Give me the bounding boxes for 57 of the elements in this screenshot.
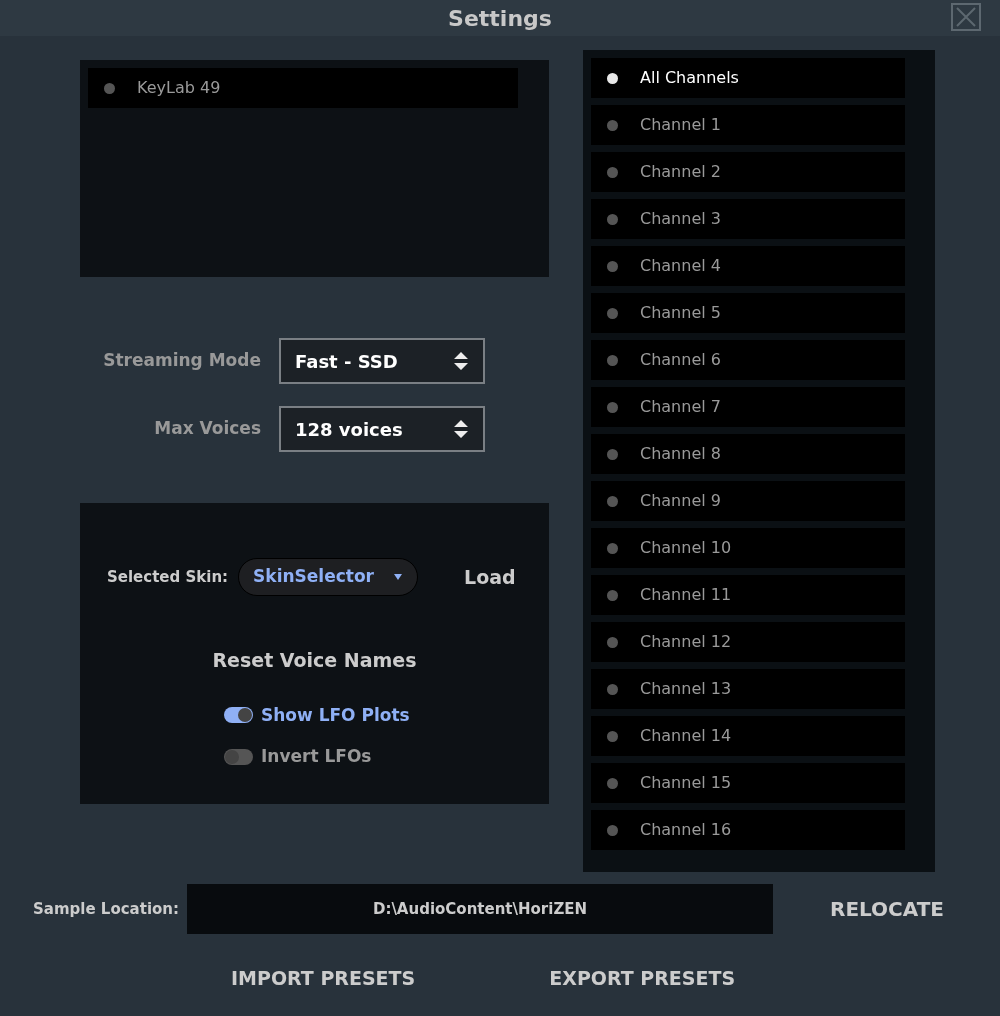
channel-item[interactable]: Channel 3 bbox=[591, 199, 905, 239]
sample-location-field[interactable]: D:\AudioContent\HoriZEN bbox=[187, 884, 773, 934]
skin-label: Selected Skin: bbox=[107, 566, 229, 588]
status-dot bbox=[607, 777, 618, 789]
status-dot bbox=[607, 119, 618, 131]
load-button[interactable]: Load bbox=[464, 562, 516, 592]
toggle-switch[interactable]: Invert LFOs bbox=[224, 744, 549, 770]
status-dot bbox=[607, 824, 618, 836]
channel-item[interactable]: Channel 7 bbox=[591, 387, 905, 427]
channel-item[interactable]: Channel 5 bbox=[591, 293, 905, 333]
close-button[interactable] bbox=[951, 3, 981, 31]
up-down-arrows-icon bbox=[453, 419, 469, 439]
relocate-button[interactable]: RELOCATE bbox=[830, 894, 945, 924]
status-dot bbox=[607, 448, 618, 460]
channel-item[interactable]: Channel 4 bbox=[591, 246, 905, 286]
toggle-switch[interactable]: Show LFO Plots bbox=[224, 702, 549, 728]
status-dot bbox=[607, 589, 618, 601]
select-field[interactable]: 128 voices bbox=[279, 406, 485, 452]
status-dot bbox=[607, 542, 618, 554]
caret-icon bbox=[393, 573, 404, 581]
window-title: Settings bbox=[448, 4, 552, 33]
channel-item[interactable]: Channel 13 bbox=[591, 669, 905, 709]
status-dot bbox=[104, 82, 115, 94]
midi-device-item[interactable]: KeyLab 49 bbox=[88, 68, 518, 108]
channel-item[interactable]: Channel 10 bbox=[591, 528, 905, 568]
setting-label: Max Voices bbox=[154, 417, 261, 441]
preset-button[interactable]: IMPORT PRESETS bbox=[231, 964, 416, 993]
sample-location-label: Sample Location: bbox=[33, 898, 179, 920]
reset-voice-names-button[interactable]: Reset Voice Names bbox=[212, 646, 417, 675]
channel-item[interactable]: Channel 16 bbox=[591, 810, 905, 850]
setting-label: Streaming Mode bbox=[103, 349, 261, 373]
channel-item[interactable]: Channel 8 bbox=[591, 434, 905, 474]
channel-item[interactable]: Channel 1 bbox=[591, 105, 905, 145]
status-dot bbox=[607, 72, 618, 84]
skin-dropdown[interactable]: SkinSelector bbox=[238, 558, 419, 596]
channel-item[interactable]: All Channels bbox=[591, 58, 905, 98]
status-dot bbox=[607, 354, 618, 366]
channel-item[interactable]: Channel 15 bbox=[591, 763, 905, 803]
close-icon bbox=[955, 7, 977, 27]
status-dot bbox=[607, 213, 618, 225]
status-dot bbox=[607, 636, 618, 648]
select-field[interactable]: Fast - SSD bbox=[279, 338, 485, 384]
status-dot bbox=[607, 166, 618, 178]
status-dot bbox=[607, 401, 618, 413]
channel-item[interactable]: Channel 2 bbox=[591, 152, 905, 192]
channel-item[interactable]: Channel 14 bbox=[591, 716, 905, 756]
status-dot bbox=[607, 730, 618, 742]
status-dot bbox=[607, 495, 618, 507]
status-dot bbox=[607, 683, 618, 695]
channel-item[interactable]: Channel 12 bbox=[591, 622, 905, 662]
channel-item[interactable]: Channel 6 bbox=[591, 340, 905, 380]
channel-item[interactable]: Channel 11 bbox=[591, 575, 905, 615]
status-dot bbox=[607, 260, 618, 272]
status-dot bbox=[607, 307, 618, 319]
up-down-arrows-icon bbox=[453, 351, 469, 371]
channel-item[interactable]: Channel 9 bbox=[591, 481, 905, 521]
preset-button[interactable]: EXPORT PRESETS bbox=[549, 964, 736, 993]
